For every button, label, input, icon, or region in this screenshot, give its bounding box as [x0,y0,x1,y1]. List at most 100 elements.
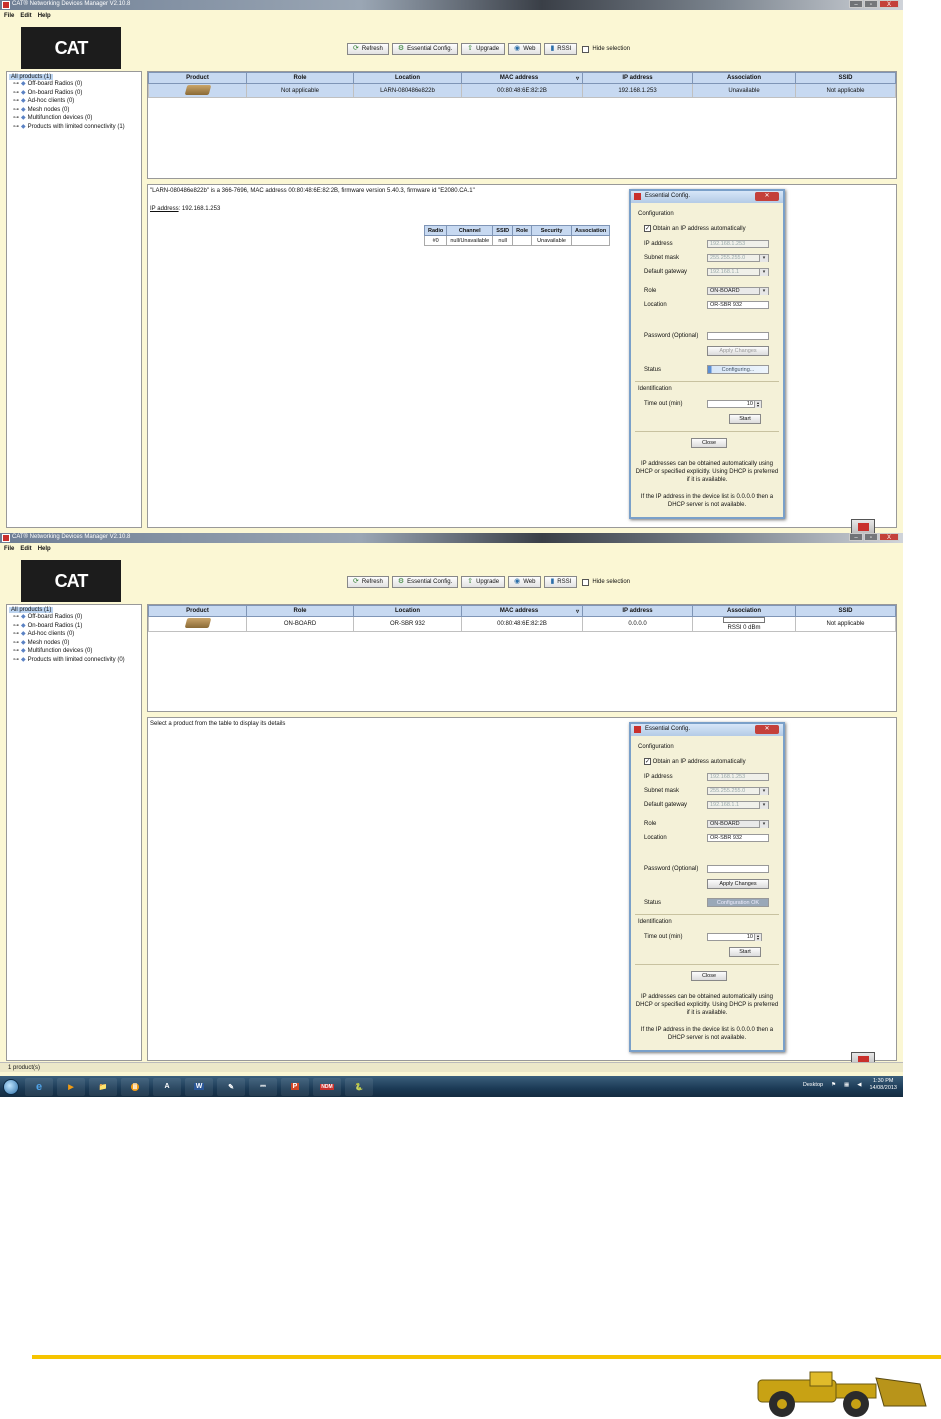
col-mac[interactable]: MAC address ▿ [461,72,583,84]
web-button[interactable]: ◉ Web [508,576,542,588]
minimize-button[interactable]: – [849,533,863,541]
checkbox[interactable] [582,45,590,53]
table-row[interactable]: Not applicable LARN-080486e822b 00:80:48… [148,83,896,98]
tree-item[interactable]: ⊶ ◆ Ad-hoc clients (0) [9,97,139,106]
clock[interactable]: 1:30 PM 14/08/2013 [869,1078,897,1092]
taskbar-app-media[interactable]: ▶ [57,1077,85,1096]
tree-item[interactable]: ⊶ ◆ Multifunction devices (0) [9,647,139,656]
col-association[interactable]: Association [692,72,796,84]
taskbar-app-terminal[interactable]: 🐍 [345,1077,373,1096]
web-button[interactable]: ◉ Web [508,43,542,55]
ndm-tray-icon[interactable] [851,519,875,533]
menu-help[interactable]: Help [38,11,51,21]
flag-icon[interactable]: ⚑ [831,1082,836,1088]
tree-item[interactable]: ⊶ ◆ On-board Radios (0) [9,89,139,98]
menu-edit[interactable]: Edit [20,544,31,554]
tree-item[interactable]: ⊶ ◆ Off-board Radios (0) [9,613,139,622]
timeout-spinner[interactable]: 10 ▴ ▾ [707,933,762,941]
network-icon[interactable]: ▦ [844,1082,849,1088]
close-button[interactable]: Close [691,438,727,448]
tree-item[interactable]: ⊶ ◆ Multifunction devices (0) [9,114,139,123]
col-mac[interactable]: MAC address ▿ [461,605,583,617]
start-button[interactable] [3,1078,19,1095]
tree-item[interactable]: ⊶ ◆ Off-board Radios (0) [9,80,139,89]
password-field[interactable] [707,865,769,873]
taskbar-app-ndm[interactable]: NDM [313,1077,341,1096]
col-product[interactable]: Product [148,72,247,84]
col-association[interactable]: Association [692,605,796,617]
table-row[interactable]: #0 null/Unavailable null Unavailable [423,235,611,246]
dialog-close-icon[interactable]: ✕ [755,725,779,734]
role-select[interactable]: ON-BOARD ▾ [707,820,769,828]
apply-changes-button[interactable]: Apply Changes [707,346,769,356]
location-field[interactable]: OR-SBR 932 [707,834,769,842]
close-window-button[interactable]: X [879,533,899,541]
col-location[interactable]: Location [353,605,462,617]
taskbar-app-ie[interactable]: e [25,1077,53,1096]
table-row[interactable]: ON-BOARD OR-SBR 932 00:80:48:6E:82:2B 0.… [148,616,896,632]
taskbar-app-paint[interactable]: ✎ [217,1077,245,1096]
gateway-field[interactable]: 192.168.1.1 ▾ [707,801,769,809]
menu-file[interactable]: File [4,11,14,21]
subnet-mask-field[interactable]: 255.255.255.0 ▾ [707,254,769,262]
col-ssid[interactable]: SSID [795,605,896,617]
essential-config-button[interactable]: ⚙ Essential Config. [391,43,459,55]
essential-config-button[interactable]: ⚙ Essential Config. [391,576,459,588]
tree-item[interactable]: ⊶ ◆ Ad-hoc clients (0) [9,630,139,639]
location-field[interactable]: OR-SBR 932 [707,301,769,309]
refresh-button[interactable]: ⟳ Refresh [347,43,389,55]
menu-edit[interactable]: Edit [20,11,31,21]
col-ssid[interactable]: SSID [795,72,896,84]
tree-item[interactable]: ⊶ ◆ On-board Radios (1) [9,622,139,631]
col-product[interactable]: Product [148,605,247,617]
spinner-arrows-icon[interactable]: ▴ ▾ [754,934,761,941]
maximize-button[interactable]: ▫ [864,533,878,541]
ip-address-link[interactable]: IP address [150,206,179,212]
upgrade-button[interactable]: ⇧ Upgrade [461,43,506,55]
checkbox[interactable] [582,578,590,586]
spinner-arrows-icon[interactable]: ▴ ▾ [754,401,761,408]
hide-selection-toggle[interactable]: Hide selection [582,578,630,586]
start-button[interactable]: Start [729,414,761,424]
rssi-button[interactable]: ▮ RSSI [544,576,578,588]
upgrade-button[interactable]: ⇧ Upgrade [461,576,506,588]
apply-changes-button[interactable]: Apply Changes [707,879,769,889]
col-ip[interactable]: IP address [582,605,693,617]
close-window-button[interactable]: X [879,0,899,8]
col-role[interactable]: Role [246,72,354,84]
close-button[interactable]: Close [691,971,727,981]
refresh-button[interactable]: ⟳ Refresh [347,576,389,588]
col-role[interactable]: Role [246,605,354,617]
dialog-close-icon[interactable]: ✕ [755,192,779,201]
taskbar-app-word[interactable]: W [185,1077,213,1096]
subnet-mask-field[interactable]: 255.255.255.0 ▾ [707,787,769,795]
col-ip[interactable]: IP address [582,72,693,84]
taskbar-app-acrobat[interactable]: A [153,1077,181,1096]
timeout-spinner[interactable]: 10 ▴ ▾ [707,400,762,408]
taskbar-app-network[interactable]: ⎓ [249,1077,277,1096]
menu-help[interactable]: Help [38,544,51,554]
obtain-auto-checkbox[interactable]: ✓ Obtain an IP address automatically [644,225,746,232]
minimize-button[interactable]: – [849,0,863,8]
role-select[interactable]: ON-BOARD ▾ [707,287,769,295]
col-location[interactable]: Location [353,72,462,84]
tree-item[interactable]: ⊶ ◆ Mesh nodes (0) [9,639,139,648]
taskbar-app-orange[interactable]: ⅲ [121,1077,149,1096]
tree-item[interactable]: ⊶ ◆ Products with limited connectivity (0) [9,656,139,665]
menu-file[interactable]: File [4,544,14,554]
volume-icon[interactable]: ◀ [857,1082,861,1088]
gateway-field[interactable]: 192.168.1.1 ▾ [707,268,769,276]
ip-address-field[interactable]: 192.168.1.253 [707,240,769,248]
start-button[interactable]: Start [729,947,761,957]
ip-address-field[interactable]: 192.168.1.253 [707,773,769,781]
rssi-button[interactable]: ▮ RSSI [544,43,578,55]
password-field[interactable] [707,332,769,340]
desktop-toolbar[interactable]: Desktop [803,1082,823,1088]
taskbar-app-explorer[interactable]: 📁 [89,1077,117,1096]
tree-item[interactable]: ⊶ ◆ Mesh nodes (0) [9,106,139,115]
tree-item[interactable]: ⊶ ◆ Products with limited connectivity (1) [9,123,139,132]
taskbar-app-powerpoint[interactable]: P [281,1077,309,1096]
hide-selection-toggle[interactable]: Hide selection [582,45,630,53]
obtain-auto-checkbox[interactable]: ✓ Obtain an IP address automatically [644,758,746,765]
maximize-button[interactable]: ▫ [864,0,878,8]
